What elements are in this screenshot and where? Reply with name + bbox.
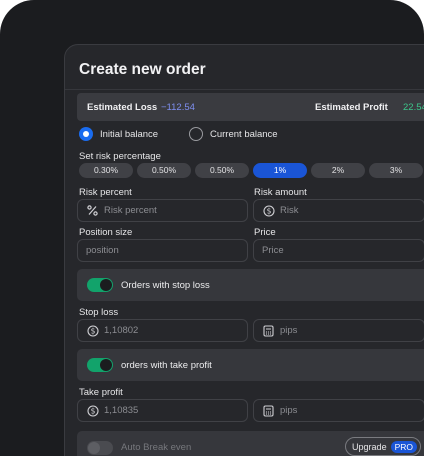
pro-badge: PRO	[390, 440, 417, 453]
risk-chip[interactable]: 0.30%	[79, 163, 133, 178]
risk-chip[interactable]: 0.50%	[137, 163, 191, 178]
take-profit-toggle-label: orders with take profit	[121, 359, 212, 371]
page-title: Create new order	[79, 61, 206, 78]
stop-loss-pips-input[interactable]: pips	[253, 319, 424, 342]
dollar-coin-icon: $	[262, 204, 275, 217]
svg-text:$: $	[90, 406, 95, 415]
risk-percent-placeholder: Risk percent	[104, 205, 157, 216]
dollar-coin-icon: $	[86, 404, 99, 417]
percent-icon	[86, 204, 99, 217]
stop-loss-toggle-label: Orders with stop loss	[121, 279, 210, 291]
estimated-loss-label: Estimated Loss	[87, 102, 158, 113]
position-size-label: Position size	[79, 227, 133, 238]
take-profit-toggle[interactable]	[87, 358, 113, 372]
risk-amount-placeholder: Risk	[280, 205, 299, 216]
stop-loss-input[interactable]: $ 1,10802	[77, 319, 248, 342]
radio-selected-icon	[79, 127, 93, 141]
take-profit-pips-input[interactable]: pips	[253, 399, 424, 422]
risk-chip[interactable]: 3%	[369, 163, 423, 178]
auto-break-even-toggle[interactable]	[87, 441, 113, 455]
risk-chip-selected[interactable]: 1%	[253, 163, 307, 178]
upgrade-label: Upgrade	[352, 441, 387, 452]
position-size-placeholder: position	[86, 245, 119, 256]
create-order-panel: Create new order Estimated Loss −112.54 …	[64, 44, 424, 456]
dollar-coin-icon: $	[86, 324, 99, 337]
svg-text:$: $	[266, 206, 271, 215]
risk-amount-input[interactable]: $ Risk	[253, 199, 424, 222]
risk-chip[interactable]: 0.50%	[195, 163, 249, 178]
stop-loss-label: Stop loss	[79, 307, 119, 318]
stop-loss-value: 1,10802	[104, 325, 139, 336]
current-balance-label: Current balance	[210, 128, 278, 140]
auto-break-even-label: Auto Break even	[121, 442, 192, 453]
price-placeholder: Price	[262, 245, 284, 256]
risk-chip[interactable]: 2%	[311, 163, 365, 178]
upgrade-button[interactable]: Upgrade PRO	[345, 437, 421, 456]
take-profit-input[interactable]: $ 1,10835	[77, 399, 248, 422]
estimated-profit-value: 22.54	[403, 102, 424, 113]
title-divider	[65, 89, 424, 90]
radio-unselected-icon	[189, 127, 203, 141]
device-frame: Create new order Estimated Loss −112.54 …	[0, 0, 424, 456]
estimated-profit-label: Estimated Profit	[315, 102, 388, 113]
risk-chips: 0.30% 0.50% 0.50% 1% 2% 3%	[79, 163, 423, 178]
risk-percent-input[interactable]: Risk percent	[77, 199, 248, 222]
current-balance-radio[interactable]: Current balance	[189, 127, 278, 141]
initial-balance-label: Initial balance	[100, 128, 159, 140]
take-profit-pips-placeholder: pips	[280, 405, 298, 416]
price-input[interactable]: Price	[253, 239, 424, 262]
stop-loss-pips-placeholder: pips	[280, 325, 298, 336]
price-label: Price	[254, 227, 276, 238]
position-size-input[interactable]: position	[77, 239, 248, 262]
stop-loss-toggle-row: Orders with stop loss	[77, 269, 424, 301]
take-profit-toggle-row: orders with take profit	[77, 349, 424, 381]
calculator-icon	[262, 324, 275, 337]
stop-loss-toggle[interactable]	[87, 278, 113, 292]
risk-amount-label: Risk amount	[254, 187, 307, 198]
risk-percent-label: Risk percent	[79, 187, 132, 198]
estimated-loss-value: −112.54	[161, 102, 195, 113]
take-profit-value: 1,10835	[104, 405, 139, 416]
estimate-bar: Estimated Loss −112.54 Estimated Profit …	[77, 93, 424, 121]
take-profit-label: Take profit	[79, 387, 123, 398]
calculator-icon	[262, 404, 275, 417]
auto-break-even-row: Auto Break even Upgrade PRO	[77, 431, 424, 456]
risk-percentage-label: Set risk percentage	[79, 151, 161, 162]
svg-text:$: $	[90, 326, 95, 335]
initial-balance-radio[interactable]: Initial balance	[79, 127, 158, 141]
